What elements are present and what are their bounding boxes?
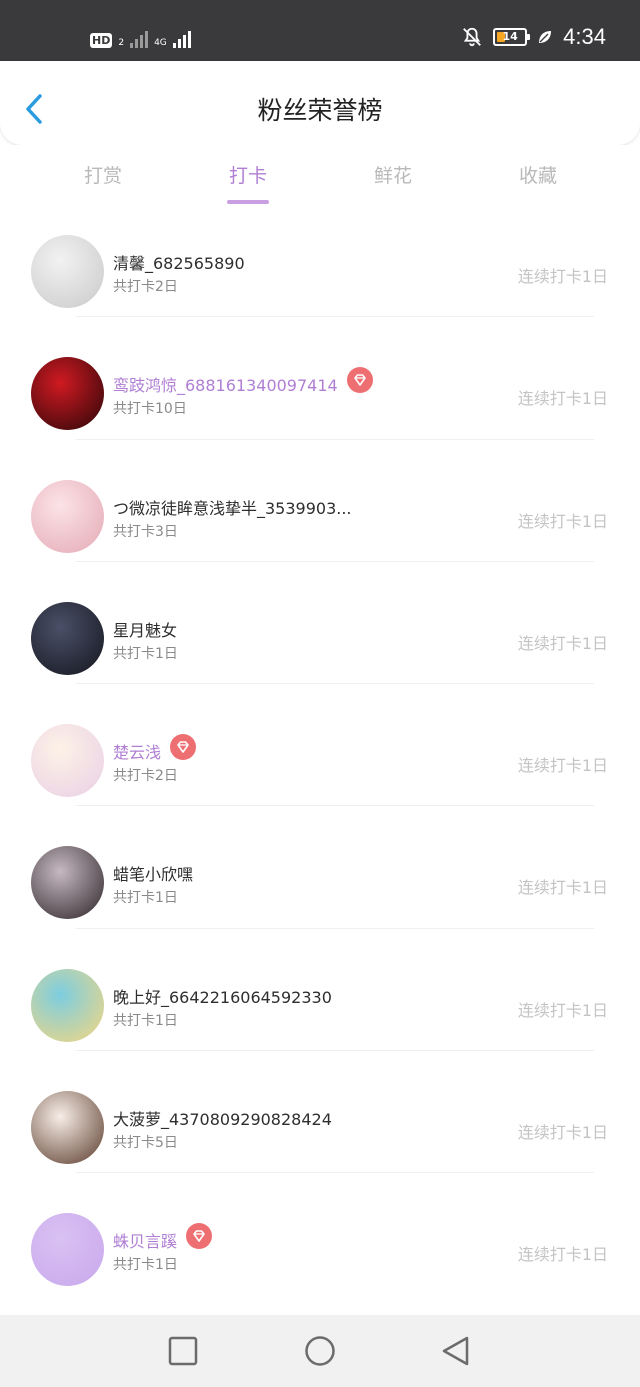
avatar[interactable] (31, 1213, 104, 1287)
hd-voice-icon: HD (90, 33, 113, 48)
consecutive-checkin-days: 连续打卡1日 (517, 1123, 608, 1143)
total-checkin-days: 共打卡3日 (113, 523, 178, 540)
circle-icon (305, 1336, 335, 1366)
total-checkin-days: 共打卡1日 (113, 645, 178, 662)
status-bar-left: HD 2 4G (90, 26, 191, 48)
tab-tip[interactable]: 打赏 (53, 161, 153, 211)
system-navigation-bar (0, 1315, 640, 1387)
back-nav-button[interactable] (440, 1335, 472, 1367)
status-bar: HD 2 4G 14 4:34 (0, 0, 640, 61)
bell-off-icon (463, 27, 482, 47)
tab-checkin[interactable]: 打卡 (198, 161, 298, 211)
battery-level: 14 (502, 30, 518, 43)
avatar[interactable] (31, 601, 104, 675)
avatar[interactable] (31, 1091, 104, 1165)
diamond-icon (347, 367, 373, 394)
avatar[interactable] (31, 357, 104, 431)
consecutive-checkin-days: 连续打卡1日 (517, 756, 608, 776)
avatar[interactable] (31, 235, 104, 308)
tab-favorites[interactable]: 收藏 (488, 161, 588, 211)
status-time: 4:34 (563, 24, 606, 49)
square-icon (168, 1336, 198, 1366)
recent-apps-button[interactable] (167, 1335, 199, 1367)
consecutive-checkin-days: 连续打卡1日 (517, 267, 608, 286)
status-bar-right: 14 4:34 (461, 24, 606, 50)
signal-icon-sim2 (172, 30, 191, 48)
fan-name[interactable]: 晚上好_6642216064592330 (113, 984, 332, 1008)
battery-icon: 14 (493, 28, 531, 46)
fan-list-item[interactable]: 大菠萝_4370809290828424 共打卡5日 连续打卡1日 (0, 1050, 640, 1172)
fan-list-item[interactable]: 蛛贝言蹊共打卡1日 连续打卡1日 (0, 1172, 640, 1294)
fan-list-item[interactable]: 晚上好_6642216064592330 共打卡1日 连续打卡1日 (0, 927, 640, 1050)
fan-list-item[interactable]: つ微凉徒眸意浅挚半_3539903... 共打卡3日 连续打卡1日 (0, 438, 640, 561)
tab-bar: 打赏 打卡 鲜花 收藏 (0, 145, 640, 219)
network-type-label: 4G (154, 38, 167, 48)
nav-header: 粉丝荣誉榜 (0, 61, 640, 145)
triangle-back-icon (442, 1336, 469, 1366)
fan-list-item[interactable]: 星月魅女共打卡1日 连续打卡1日 (0, 560, 640, 683)
consecutive-checkin-days: 连续打卡1日 (517, 1000, 608, 1020)
total-checkin-days: 共打卡1日 (113, 890, 178, 907)
fan-name[interactable]: 星月魅女 (113, 617, 177, 641)
fan-list-item[interactable]: 楚云浅共打卡2日 连续打卡1日 (0, 683, 640, 805)
page-title: 粉丝荣誉榜 (257, 96, 383, 125)
total-checkin-days: 共打卡1日 (113, 1257, 178, 1274)
avatar[interactable] (31, 724, 104, 798)
fan-name[interactable]: 蛛贝言蹊 (113, 1228, 177, 1252)
fan-ranking-list: 清馨_682565890 共打卡2日 连续打卡1日 鸾跂鸿惊_688161340097… (0, 219, 640, 1315)
fan-name[interactable]: つ微凉徒眸意浅挚半_3539903... (113, 495, 352, 519)
total-checkin-days: 共打卡5日 (113, 1135, 178, 1152)
fan-list-item[interactable]: 鸾跂鸿惊_688161340097414 共打卡10日 连续打卡1日 (0, 316, 640, 438)
consecutive-checkin-days: 连续打卡1日 (517, 878, 608, 898)
consecutive-checkin-days: 连续打卡1日 (517, 633, 608, 653)
leaf-icon (539, 31, 552, 43)
total-checkin-days: 共打卡2日 (113, 279, 178, 295)
consecutive-checkin-days: 连续打卡1日 (517, 389, 608, 409)
fan-name[interactable]: 鸾跂鸿惊_688161340097414 (113, 372, 338, 396)
total-checkin-days: 共打卡10日 (113, 401, 187, 418)
fan-list-item[interactable]: 清馨_682565890 共打卡2日 连续打卡1日 (0, 219, 640, 316)
sim-slot-label: 2 (118, 38, 125, 48)
fan-name[interactable]: 楚云浅 (113, 739, 161, 763)
consecutive-checkin-days: 连续打卡1日 (517, 511, 608, 531)
fan-list-item[interactable]: 蜡笔小欣嘿共打卡1日 连续打卡1日 (0, 805, 640, 927)
consecutive-checkin-days: 连续打卡1日 (517, 1245, 608, 1265)
fan-name[interactable]: 清馨_682565890 (113, 250, 245, 274)
avatar[interactable] (31, 479, 104, 553)
diamond-icon (186, 1223, 212, 1250)
avatar[interactable] (31, 846, 104, 920)
fan-honor-screen: HD 2 4G 14 4:34 粉丝荣誉榜 打赏 打卡 鲜花 收藏 清馨_682… (0, 0, 640, 1387)
avatar[interactable] (31, 968, 104, 1042)
fan-name[interactable]: 大菠萝_4370809290828424 (113, 1106, 332, 1130)
total-checkin-days: 共打卡2日 (113, 768, 178, 785)
fan-name[interactable]: 蜡笔小欣嘿 (113, 861, 193, 885)
signal-icon-sim1 (130, 30, 149, 48)
tab-flowers[interactable]: 鲜花 (343, 161, 443, 211)
home-button[interactable] (304, 1335, 336, 1367)
total-checkin-days: 共打卡1日 (113, 1012, 178, 1029)
diamond-icon (170, 734, 196, 761)
